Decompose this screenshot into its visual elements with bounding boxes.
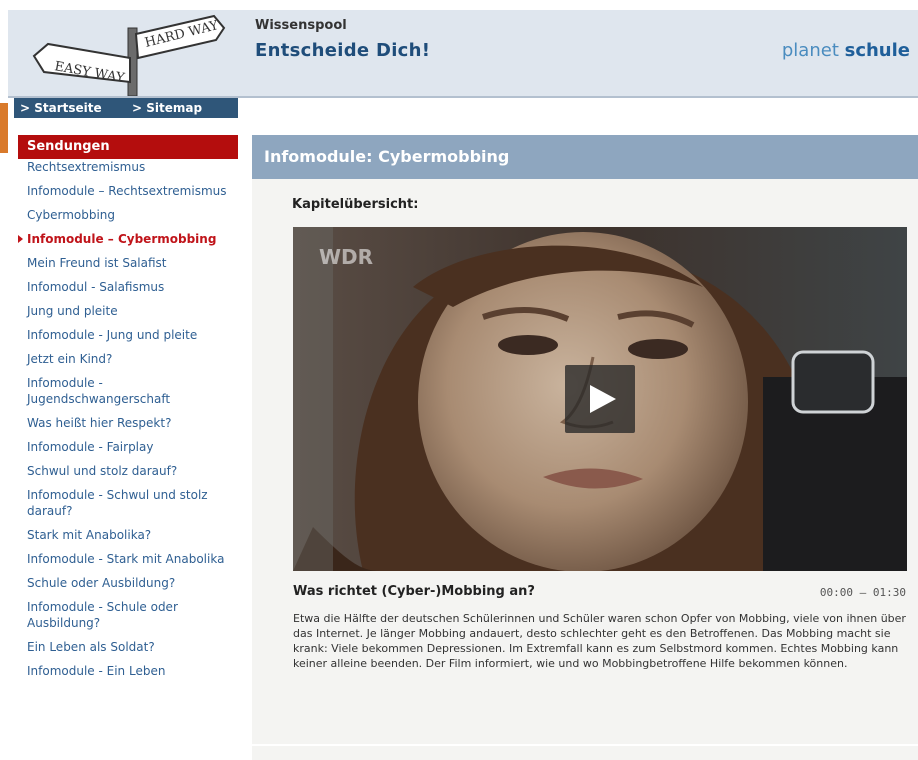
sidebar: Sendungen Rechtsextremismus Infomodule – …	[18, 135, 238, 679]
sidebar-item[interactable]: Cybermobbing	[18, 207, 238, 223]
sidebar-item[interactable]: Mein Freund ist Salafist	[18, 255, 238, 271]
chapter-description: Etwa die Hälfte der deutschen Schülerinn…	[293, 612, 906, 670]
page-accent-bar	[0, 103, 8, 153]
sidebar-item[interactable]: Infomodule - Schule oder Ausbildung?	[18, 599, 238, 631]
sidebar-item[interactable]: Jung und pleite	[18, 303, 238, 319]
main-content: Infomodule: Cybermobbing Kapitelübersich…	[252, 135, 918, 760]
sidebar-item[interactable]: Infomodule - Fairplay	[18, 439, 238, 455]
video-player[interactable]: WDR	[293, 227, 907, 571]
chapter-time: 00:00 – 01:30	[819, 586, 906, 599]
sidebar-item[interactable]: Stark mit Anabolika?	[18, 527, 238, 543]
easy-way-hard-way-logo[interactable]: HARD WAY EASY WAY	[18, 10, 228, 97]
main-footer-divider	[252, 744, 918, 760]
sidebar-item[interactable]: Was heißt hier Respekt?	[18, 415, 238, 431]
play-icon[interactable]	[565, 365, 635, 433]
sidebar-item[interactable]: Infomodule - Stark mit Anabolika	[18, 551, 238, 567]
sidebar-list: Rechtsextremismus Infomodule – Rechtsextr…	[18, 159, 238, 679]
sidebar-item[interactable]: Infomodule – Rechtsextremismus	[18, 183, 238, 199]
sidebar-item[interactable]: Rechtsextremismus	[18, 159, 238, 175]
site-header: HARD WAY EASY WAY Wissenspool Entscheide…	[8, 10, 918, 98]
sidebar-item[interactable]: Ein Leben als Soldat?	[18, 639, 238, 655]
sidebar-item[interactable]: Infomodule - Jugendschwangerschaft	[18, 375, 238, 407]
site-title[interactable]: Entscheide Dich!	[255, 40, 430, 61]
sidebar-heading: Sendungen	[18, 135, 238, 159]
wdr-watermark: WDR	[319, 245, 374, 269]
nav-sitemap-link[interactable]: > Sitemap	[132, 101, 202, 115]
planet-schule-logo[interactable]: planet schule	[782, 40, 910, 61]
page-title: Infomodule: Cybermobbing	[252, 135, 918, 179]
sidebar-item[interactable]: Infomodul - Salafismus	[18, 279, 238, 295]
sidebar-item[interactable]: Infomodule - Schwul und stolz darauf?	[18, 487, 238, 519]
site-kicker: Wissenspool	[255, 18, 347, 33]
chapter-title[interactable]: Was richtet (Cyber-)Mobbing an?	[293, 584, 535, 599]
sidebar-item[interactable]: Infomodule - Jung und pleite	[18, 327, 238, 343]
sidebar-item[interactable]: Schule oder Ausbildung?	[18, 575, 238, 591]
brand-plain: planet	[781, 40, 839, 61]
brand-bold: schule	[844, 40, 910, 61]
nav-startseite-link[interactable]: > Startseite	[20, 101, 102, 115]
sidebar-item[interactable]: Infomodule – Cybermobbing	[18, 231, 238, 247]
sidebar-item[interactable]: Jetzt ein Kind?	[18, 351, 238, 367]
sidebar-item[interactable]: Infomodule - Ein Leben	[18, 663, 238, 679]
top-nav: > Startseite > Sitemap	[14, 98, 238, 118]
section-label: Kapitelübersicht:	[292, 197, 419, 212]
sidebar-item[interactable]: Schwul und stolz darauf?	[18, 463, 238, 479]
